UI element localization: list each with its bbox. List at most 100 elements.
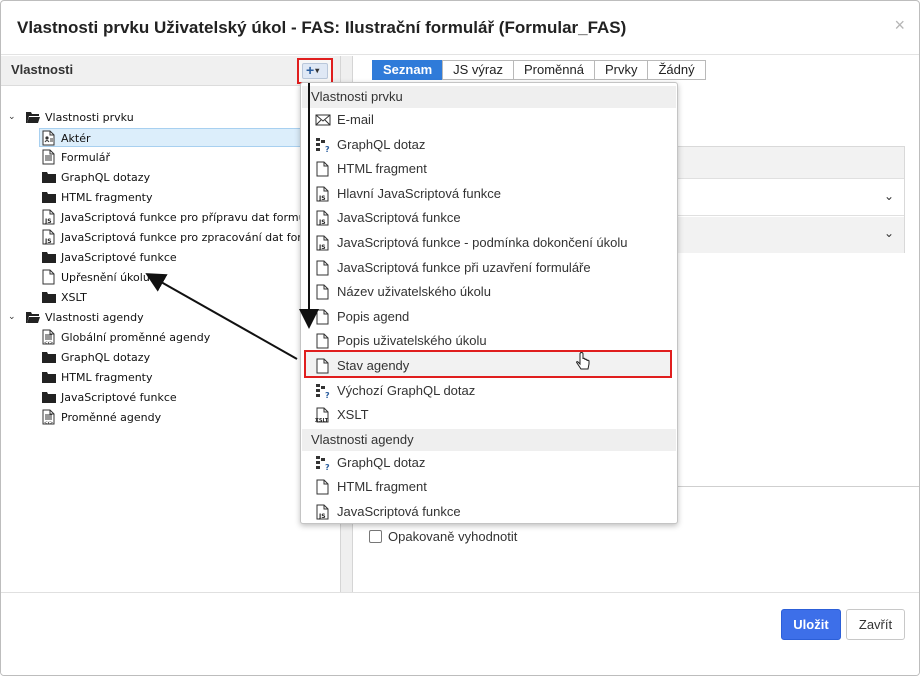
tree-expand-chevron-icon[interactable]: ⌄ <box>8 308 18 327</box>
js-file-icon: JS <box>315 210 331 226</box>
tree-item-label: Aktér <box>61 132 91 145</box>
dropdown-item[interactable]: Stav agendy <box>316 355 409 377</box>
svg-text:JS: JS <box>318 195 326 202</box>
dropdown-item-label: Název uživatelského úkolu <box>337 284 491 300</box>
tree-item[interactable]: JavaScriptové funkce <box>41 248 177 267</box>
file-icon <box>315 358 331 374</box>
svg-text:JS: JS <box>44 218 52 225</box>
dropdown-item[interactable]: XSLT XSLT <box>315 404 369 426</box>
close-button[interactable]: Zavřít <box>846 609 905 640</box>
tree-item[interactable]: GraphQL dotazy <box>41 168 150 187</box>
tree-item-label: JavaScriptová funkce pro zpracování dat … <box>61 231 341 244</box>
tree-item[interactable]: HTML fragmenty <box>41 368 153 387</box>
tree-group[interactable]: ⌄ Vlastnosti agendy <box>8 308 144 327</box>
file-icon <box>315 161 331 177</box>
dropdown-item-label: HTML fragment <box>337 479 427 495</box>
dropdown-item-label: GraphQL dotaz <box>337 136 426 152</box>
close-icon[interactable]: × <box>894 15 905 36</box>
dropdown-item-label: JavaScriptová funkce - podmínka dokončen… <box>337 235 628 250</box>
tab-3[interactable]: Prvky <box>593 60 649 80</box>
value-type-tabs: Seznam JS výraz Proměnná Prvky Žádný <box>372 60 706 80</box>
svg-text:JS: JS <box>318 244 326 251</box>
tree-item-label: Upřesnění úkolu <box>61 271 150 284</box>
dropdown-item-label: Popis uživatelského úkolu <box>337 333 487 349</box>
svg-text:<x>: <x> <box>44 420 53 425</box>
dropdown-item[interactable]: Název uživatelského úkolu <box>316 281 491 303</box>
tree-item[interactable]: Upřesnění úkolu <box>41 268 150 287</box>
dropdown-item-label: Výchozí GraphQL dotaz <box>337 382 476 398</box>
tree-item[interactable]: JavaScriptové funkce <box>41 388 177 407</box>
tree-item-label: GraphQL dotazy <box>61 351 151 364</box>
tab-4[interactable]: Žádný <box>647 60 706 80</box>
svg-text:XSLT: XSLT <box>315 418 329 423</box>
graphql-icon: ? <box>315 137 331 154</box>
tree-item[interactable]: Formulář <box>41 148 110 167</box>
file-icon <box>315 333 331 349</box>
tree-item-label: JavaScriptové funkce <box>61 391 177 404</box>
tree-item[interactable]: JS JavaScriptová funkce pro přípravu dat … <box>41 208 326 227</box>
tree-item[interactable]: <x> Globální proměnné agendy <box>41 328 210 347</box>
tree-item-label: Globální proměnné agendy <box>61 331 211 344</box>
save-button[interactable]: Uložit <box>781 609 841 640</box>
folder-icon <box>41 289 56 305</box>
dropdown-item[interactable]: JS JavaScriptová funkce <box>316 501 461 523</box>
tree-item[interactable]: GraphQL dotazy <box>41 348 150 367</box>
tree-item[interactable]: HTML fragmenty <box>41 188 153 207</box>
tree-item-label: HTML fragmenty <box>61 191 153 204</box>
tree-item-label: Vlastnosti agendy <box>45 311 144 324</box>
dropdown-item-label: JavaScriptová funkce <box>337 504 461 519</box>
tree-group[interactable]: ⌄ Vlastnosti prvku <box>8 108 134 127</box>
folder-open-icon <box>25 109 40 125</box>
graphql-icon: ? <box>315 455 331 472</box>
file-icon <box>315 479 331 495</box>
dropdown-item[interactable]: JS JavaScriptová funkce <box>316 207 461 229</box>
tree-item[interactable]: XSLT <box>41 288 87 307</box>
file-icon <box>41 269 55 285</box>
dropdown-item[interactable]: E-mail <box>315 109 374 131</box>
dropdown-item[interactable]: JavaScriptová funkce při uzavření formul… <box>316 257 591 279</box>
tree-item[interactable]: <x> Proměnné agendy <box>41 408 161 427</box>
dropdown-item[interactable]: ? GraphQL dotaz <box>316 134 426 156</box>
variables-doc-icon: <x> <box>41 329 55 345</box>
dropdown-item[interactable]: ? Výchozí GraphQL dotaz <box>316 380 476 402</box>
chevron-down-icon[interactable]: ⌄ <box>884 226 894 240</box>
add-button-inner[interactable]: +▾ <box>302 63 328 79</box>
left-panel: Vlastnosti +▾ ⌄ Vlastnosti prvku Aktér Form… <box>1 56 341 592</box>
js-file-icon: JS <box>315 504 331 520</box>
envelope-icon <box>315 112 331 128</box>
file-icon <box>315 260 331 276</box>
tree-expand-chevron-icon[interactable]: ⌄ <box>8 108 18 127</box>
tree-item[interactable]: Aktér <box>39 128 338 147</box>
add-property-dropdown: Vlastnosti prvku E-mail? GraphQL dotaz HTML… <box>300 82 678 524</box>
add-property-button[interactable]: +▾ <box>297 58 333 84</box>
dropdown-item[interactable]: HTML fragment <box>316 158 427 180</box>
tab-1[interactable]: JS výraz <box>442 60 514 80</box>
chevron-down-icon[interactable]: ⌄ <box>884 189 894 203</box>
folder-icon <box>41 169 56 185</box>
plus-icon: + <box>306 62 315 78</box>
left-panel-title: Vlastnosti <box>11 62 74 77</box>
reevaluate-option[interactable]: Opakovaně vyhodnotit <box>369 529 517 544</box>
js-file-icon: JS <box>315 186 331 202</box>
variables-doc-icon: <x> <box>41 409 55 425</box>
svg-text:<x>: <x> <box>44 340 53 345</box>
dialog-title: Vlastnosti prvku Uživatelský úkol - FAS:… <box>17 18 627 37</box>
tab-0[interactable]: Seznam <box>372 60 444 80</box>
dropdown-item[interactable]: ? GraphQL dotaz <box>316 452 425 474</box>
tree-item-label: XSLT <box>61 291 87 304</box>
dropdown-item[interactable]: Popis agend <box>316 306 409 328</box>
svg-text:?: ? <box>325 463 330 471</box>
file-icon <box>315 284 331 300</box>
tree-item-label: JavaScriptové funkce <box>61 251 177 264</box>
dropdown-item[interactable]: Popis uživatelského úkolu <box>316 330 487 352</box>
reevaluate-label: Opakovaně vyhodnotit <box>388 529 518 544</box>
tree-item[interactable]: JS JavaScriptová funkce pro zpracování da… <box>41 228 340 247</box>
svg-text:JS: JS <box>318 219 326 226</box>
dropdown-item[interactable]: HTML fragment <box>316 476 427 498</box>
dropdown-item[interactable]: JS JavaScriptová funkce - podmínka dokonč… <box>316 232 628 254</box>
dropdown-item[interactable]: JS Hlavní JavaScriptová funkce <box>316 183 501 205</box>
js-file-icon: JS <box>41 229 55 245</box>
reevaluate-checkbox[interactable] <box>369 530 382 543</box>
folder-open-icon <box>25 309 40 325</box>
tab-2[interactable]: Proměnná <box>512 60 595 80</box>
